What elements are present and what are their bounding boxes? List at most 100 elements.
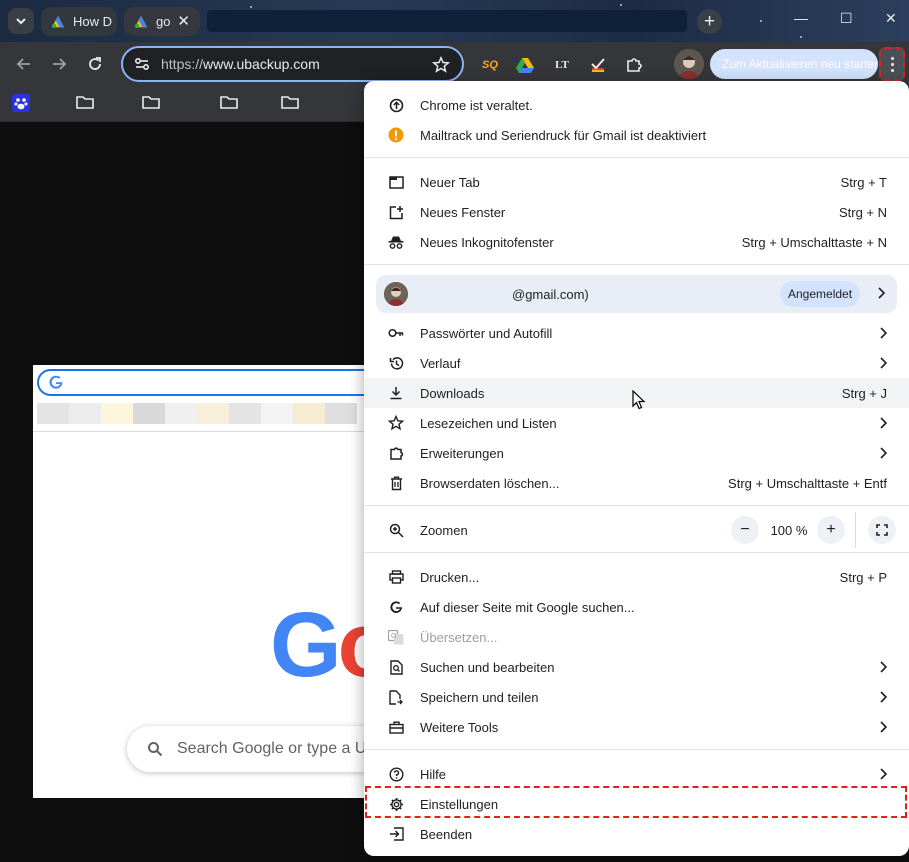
chevron-right-icon — [880, 661, 887, 673]
warning-icon — [388, 127, 404, 143]
new-tab-button[interactable]: + — [697, 9, 722, 34]
menu-item-find-edit[interactable]: Suchen und bearbeiten — [364, 652, 909, 682]
tab-how-d[interactable]: How D — [41, 7, 117, 36]
save-share-icon — [388, 689, 404, 705]
sq-extension-icon[interactable]: SQ — [480, 55, 500, 75]
menu-item-incognito[interactable]: Neues Inkognitofenster Strg + Umschaltta… — [364, 227, 909, 257]
tab-label: How D — [73, 14, 113, 29]
key-icon — [388, 325, 404, 341]
background-star — [800, 36, 802, 38]
chrome-menu-button[interactable] — [879, 47, 905, 81]
menu-item-label: Übersetzen... — [420, 630, 498, 645]
close-window-icon[interactable]: ✕ — [885, 10, 897, 27]
menu-separator — [364, 264, 909, 265]
menu-item-help[interactable]: Hilfe — [364, 759, 909, 789]
menu-item-clear-data[interactable]: Browserdaten löschen... Strg + Umschaltt… — [364, 468, 909, 498]
menu-item-label: Lesezeichen und Listen — [420, 416, 557, 431]
menu-item-more-tools[interactable]: Weitere Tools — [364, 712, 909, 742]
redacted-tabs — [207, 10, 687, 32]
inner-address-bar[interactable] — [37, 369, 373, 396]
url-text: https://www.ubackup.com — [161, 56, 320, 72]
url-host: www.ubackup.com — [203, 56, 320, 72]
help-icon — [388, 766, 404, 782]
forward-button[interactable] — [49, 54, 69, 74]
languagetool-icon[interactable]: LT — [552, 55, 572, 75]
download-icon — [388, 385, 404, 401]
google-drive-icon[interactable] — [515, 55, 535, 75]
menu-item-extensions[interactable]: Erweiterungen — [364, 438, 909, 468]
mouse-cursor-icon — [632, 390, 646, 410]
google-logo: Go — [270, 593, 373, 698]
address-bar[interactable]: https://www.ubackup.com — [121, 46, 464, 82]
tab-label: go — [156, 14, 171, 29]
avatar — [384, 282, 408, 306]
chevron-right-icon — [880, 417, 887, 429]
menu-item-new-window[interactable]: Neues Fenster Strg + N — [364, 197, 909, 227]
chevron-right-icon — [880, 768, 887, 780]
menu-item-label: Passwörter und Autofill — [420, 326, 553, 341]
inner-shortcut-strip — [37, 403, 357, 424]
menu-separator — [364, 552, 909, 553]
baidu-paw-icon[interactable] — [12, 94, 30, 112]
menu-item-exit[interactable]: Beenden — [364, 819, 909, 849]
google-logo-letter: G — [270, 594, 342, 696]
tab-active[interactable]: go ✕ — [124, 7, 200, 36]
account-row[interactable]: @gmail.com) Angemeldet — [376, 275, 897, 313]
menu-item-label: Weitere Tools — [420, 720, 499, 735]
tab-search-button[interactable] — [8, 8, 34, 34]
zoom-icon — [388, 522, 404, 538]
menu-item-passwords[interactable]: Passwörter und Autofill — [364, 318, 909, 348]
checkmark-extension-icon[interactable] — [588, 55, 608, 75]
google-search-box[interactable]: Search Google or type a U — [127, 726, 373, 772]
svg-text:G: G — [391, 633, 396, 640]
menu-item-mailtrack-disabled[interactable]: Mailtrack und Seriendruck für Gmail ist … — [364, 120, 909, 150]
puzzle-icon[interactable] — [624, 55, 644, 75]
dot-icon — [890, 62, 894, 66]
folder-icon[interactable] — [76, 94, 94, 110]
menu-item-chrome-outdated[interactable]: Chrome ist veraltet. — [364, 90, 909, 120]
zoom-in-button[interactable]: + — [817, 516, 845, 544]
folder-icon[interactable] — [142, 94, 160, 110]
menu-item-bookmarks[interactable]: Lesezeichen und Listen — [364, 408, 909, 438]
zoom-out-button[interactable]: − — [731, 516, 759, 544]
divider — [855, 512, 856, 548]
chevron-right-icon — [880, 357, 887, 369]
exit-icon — [388, 826, 404, 842]
google-g-icon — [49, 375, 63, 389]
minimize-icon[interactable]: — — [794, 10, 808, 26]
incognito-icon — [388, 234, 404, 250]
maximize-icon[interactable]: ☐ — [840, 10, 853, 27]
close-tab-icon[interactable]: ✕ — [177, 12, 190, 30]
dot-icon — [890, 56, 894, 60]
menu-item-search-with-google[interactable]: Auf dieser Seite mit Google suchen... — [364, 592, 909, 622]
avatar-icon — [384, 282, 408, 306]
search-icon — [148, 742, 163, 757]
menu-item-label: Auf dieser Seite mit Google suchen... — [420, 600, 635, 615]
menu-separator — [364, 157, 909, 158]
chevron-right-icon — [880, 721, 887, 733]
reload-icon — [89, 57, 101, 70]
folder-icon[interactable] — [281, 94, 299, 110]
menu-item-label: Verlauf — [420, 356, 461, 371]
puzzle-icon — [388, 445, 404, 461]
reload-button[interactable] — [85, 54, 105, 74]
profile-avatar[interactable] — [674, 49, 704, 79]
menu-item-label: Drucken... — [420, 570, 480, 585]
bookmark-star-icon[interactable] — [432, 56, 450, 74]
dot-icon — [890, 68, 894, 72]
fullscreen-button[interactable] — [868, 516, 896, 544]
settings-highlight-box — [365, 786, 907, 818]
account-email: @gmail.com) — [512, 287, 589, 302]
update-restart-button[interactable]: Zum Aktualisieren neu starten — [710, 49, 878, 79]
menu-item-history[interactable]: Verlauf — [364, 348, 909, 378]
site-settings-icon[interactable] — [133, 55, 151, 73]
history-icon — [388, 355, 404, 371]
menu-item-print[interactable]: Drucken... Strg + P — [364, 562, 909, 592]
folder-icon[interactable] — [220, 94, 238, 110]
menu-item-label: Speichern und teilen — [420, 690, 539, 705]
google-ads-icon — [51, 15, 65, 28]
back-button[interactable] — [14, 54, 34, 74]
menu-item-new-tab[interactable]: Neuer Tab Strg + T — [364, 167, 909, 197]
google-g-icon — [388, 599, 404, 615]
menu-item-save-share[interactable]: Speichern und teilen — [364, 682, 909, 712]
